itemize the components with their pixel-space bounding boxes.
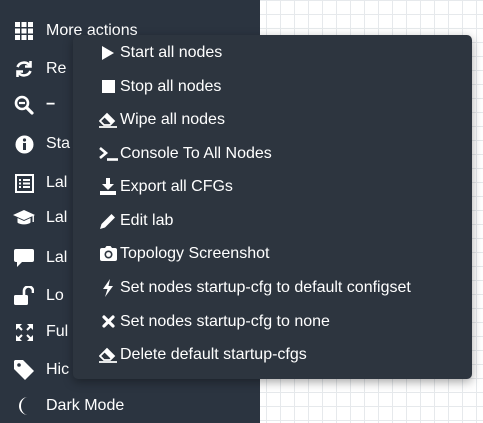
sidebar-item-label: − bbox=[46, 96, 56, 113]
moon-icon bbox=[13, 396, 35, 416]
sidebar-item-label: Ful bbox=[46, 323, 69, 340]
tag-icon bbox=[13, 360, 35, 380]
menu-item-console-to-all-nodes[interactable]: Console To All Nodes bbox=[73, 137, 472, 170]
info-icon bbox=[13, 135, 35, 154]
download-icon bbox=[98, 178, 118, 195]
play-icon bbox=[98, 45, 118, 60]
sidebar-item-label: Lal bbox=[46, 174, 68, 191]
menu-item-set-startup-cfg-none[interactable]: Set nodes startup-cfg to none bbox=[73, 305, 472, 338]
eraser-icon bbox=[98, 347, 118, 363]
menu-item-start-all-nodes[interactable]: Start all nodes bbox=[73, 36, 472, 69]
terminal-icon bbox=[98, 146, 118, 161]
menu-item-wipe-all-nodes[interactable]: Wipe all nodes bbox=[73, 103, 472, 136]
eraser-icon bbox=[98, 112, 118, 128]
sidebar-item-label: Lal bbox=[46, 209, 68, 226]
pencil-icon bbox=[98, 213, 118, 229]
times-icon bbox=[98, 315, 118, 328]
graduation-cap-icon bbox=[13, 209, 35, 227]
menu-item-topology-screenshot[interactable]: Topology Screenshot bbox=[73, 237, 472, 270]
menu-item-stop-all-nodes[interactable]: Stop all nodes bbox=[73, 70, 472, 103]
sidebar-item-label: Lal bbox=[46, 249, 68, 266]
bolt-icon bbox=[98, 278, 118, 297]
sidebar-item-label: Dark Mode bbox=[46, 397, 125, 414]
menu-item-edit-lab[interactable]: Edit lab bbox=[73, 204, 472, 237]
menu-item-set-startup-cfg-default[interactable]: Set nodes startup-cfg to default configs… bbox=[73, 271, 472, 304]
refresh-icon bbox=[13, 59, 35, 79]
stop-icon bbox=[98, 80, 118, 93]
sidebar-item-label: Re bbox=[46, 60, 67, 77]
unlock-icon bbox=[13, 286, 35, 306]
comment-icon bbox=[13, 249, 35, 267]
list-icon bbox=[13, 173, 35, 193]
expand-icon bbox=[13, 323, 35, 341]
menu-item-delete-default-startup-cfgs[interactable]: Delete default startup-cfgs bbox=[73, 338, 472, 371]
sidebar-item-dark-mode[interactable]: Dark Mode bbox=[0, 391, 260, 421]
zoom-out-icon bbox=[13, 95, 35, 115]
sidebar-item-label: Lo bbox=[46, 287, 64, 304]
sidebar-item-label: Hic bbox=[46, 361, 70, 378]
sidebar-item-label: Sta bbox=[46, 135, 71, 152]
camera-icon bbox=[98, 246, 118, 261]
grid-icon bbox=[13, 22, 35, 40]
more-actions-menu: Start all nodes Stop all nodes Wipe all … bbox=[73, 35, 472, 379]
menu-item-export-all-cfgs[interactable]: Export all CFGs bbox=[73, 170, 472, 203]
